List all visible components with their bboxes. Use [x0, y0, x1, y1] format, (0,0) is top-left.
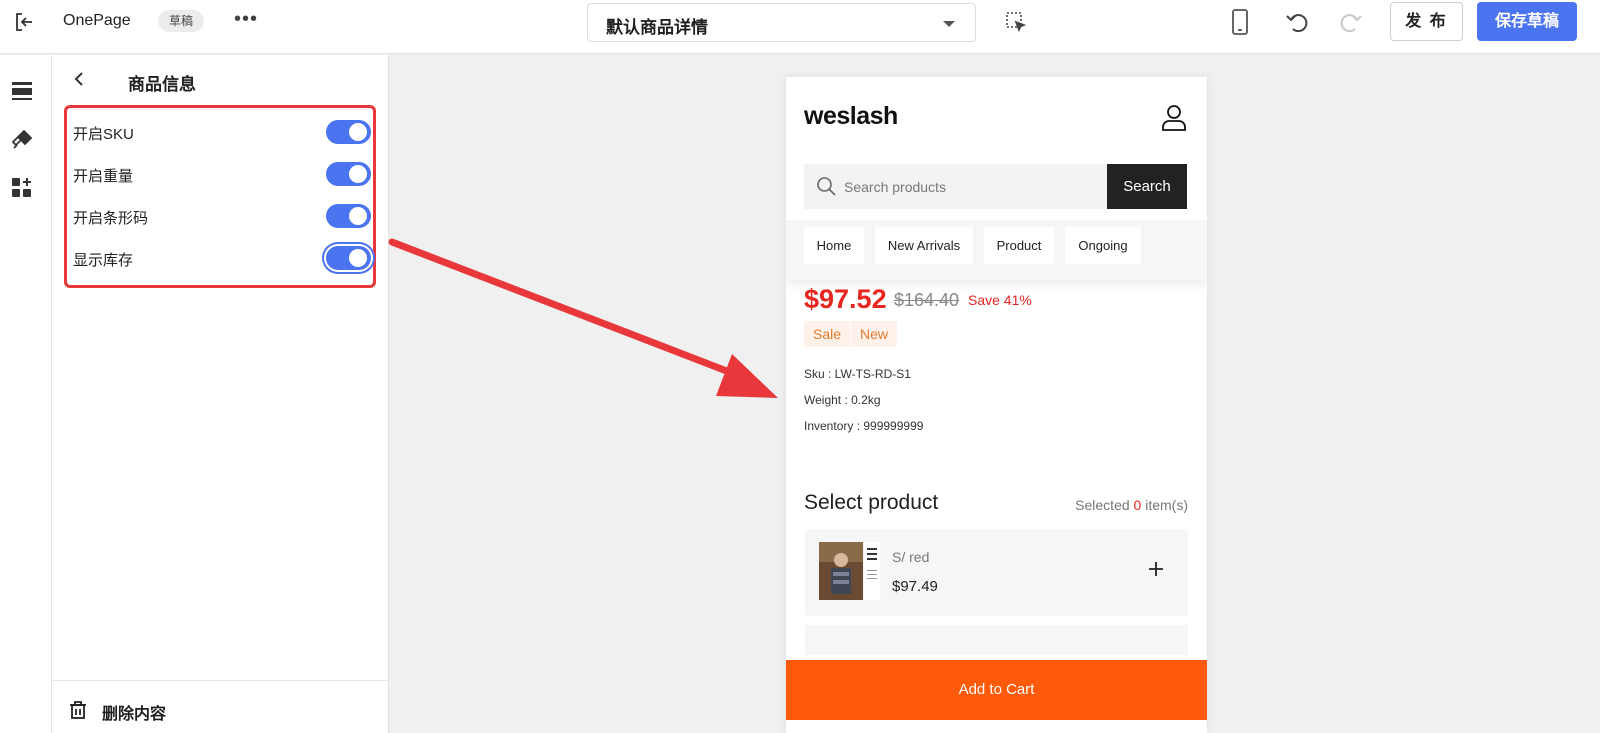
weight-toggle[interactable]: [326, 162, 371, 186]
inventory-toggle[interactable]: [326, 246, 371, 270]
add-apps-icon[interactable]: [10, 176, 34, 200]
nav-bar: Home New Arrivals Product Ongoing: [786, 220, 1207, 280]
store-logo[interactable]: weslash: [804, 102, 898, 131]
search-input[interactable]: [844, 164, 1099, 209]
publish-button[interactable]: 发 布: [1390, 2, 1463, 41]
redo-icon[interactable]: [1338, 9, 1364, 35]
trash-icon[interactable]: [69, 700, 87, 720]
sku-info: Sku : LW-TS-RD-S1: [804, 367, 911, 381]
selected-number: 0: [1133, 497, 1142, 513]
nav-item-product[interactable]: Product: [984, 227, 1054, 264]
caret-down-icon: [943, 21, 955, 27]
product-variant-card[interactable]: [805, 625, 1188, 655]
search-icon: [817, 177, 836, 196]
settings-panel: 商品信息 开启SKU 开启重量 开启条形码 显示库存 删除内容: [52, 55, 389, 733]
sku-toggle[interactable]: [326, 120, 371, 144]
exit-icon[interactable]: [12, 10, 36, 34]
toggle-knob: [349, 249, 367, 267]
barcode-toggle[interactable]: [326, 204, 371, 228]
add-to-cart-button[interactable]: Add to Cart: [786, 660, 1207, 720]
app-name: OnePage: [63, 12, 131, 29]
nav-item-new-arrivals[interactable]: New Arrivals: [875, 227, 973, 264]
save-draft-button[interactable]: 保存草稿: [1477, 2, 1577, 41]
nav-item-home[interactable]: Home: [804, 227, 864, 264]
left-rail: [0, 55, 52, 733]
selected-suffix: item(s): [1145, 497, 1188, 513]
more-menu-icon[interactable]: •••: [234, 8, 258, 31]
sale-tag: Sale: [804, 321, 851, 347]
toggle-label: 开启SKU: [73, 126, 134, 143]
toggle-label: 开启重量: [73, 168, 134, 185]
template-select-value: 默认商品详情: [606, 18, 708, 37]
selected-prefix: Selected: [1075, 497, 1130, 513]
product-thumbnail-detail: [864, 542, 880, 600]
toggle-group-highlight: 开启SKU 开启重量 开启条形码 显示库存: [64, 105, 376, 288]
back-arrow-icon[interactable]: [72, 71, 88, 87]
top-bar: OnePage 草稿 ••• 默认商品详情 发 布 保存草稿: [0, 0, 1600, 54]
toggle-label: 显示库存: [73, 252, 134, 269]
mobile-preview: weslash Search Home New Arrivals Product…: [786, 77, 1207, 733]
template-select[interactable]: 默认商品详情: [587, 3, 976, 42]
search-box: [804, 164, 1107, 209]
selected-count: Selected 0 item(s): [1075, 497, 1188, 513]
delete-content-button[interactable]: 删除内容: [102, 700, 166, 724]
element-picker-icon[interactable]: [1004, 10, 1028, 34]
panel-footer: 删除内容: [52, 680, 388, 733]
toggle-row-sku: 开启SKU: [73, 117, 371, 147]
undo-icon[interactable]: [1284, 9, 1310, 35]
toggle-label: 开启条形码: [73, 210, 149, 227]
draft-badge: 草稿: [158, 10, 205, 32]
weight-info: Weight : 0.2kg: [804, 393, 881, 407]
toggle-row-barcode: 开启条形码: [73, 201, 371, 231]
original-price: $164.40: [894, 290, 960, 310]
search-button[interactable]: Search: [1107, 164, 1187, 209]
new-tag: New: [851, 321, 898, 347]
product-variant-card[interactable]: S/ red $97.49: [805, 529, 1188, 616]
mobile-preview-icon[interactable]: [1228, 8, 1252, 36]
toggle-row-inventory: 显示库存: [73, 243, 371, 273]
toggle-knob: [349, 207, 367, 225]
toggle-knob: [349, 123, 367, 141]
discount-label: Save 41%: [968, 292, 1032, 308]
toggle-row-weight: 开启重量: [73, 159, 371, 189]
sale-price: $97.52: [804, 284, 887, 314]
sections-icon[interactable]: [10, 79, 34, 103]
plus-icon[interactable]: [1147, 560, 1165, 578]
inventory-info: Inventory : 999999999: [804, 419, 924, 433]
annotation-arrow: [388, 238, 778, 398]
panel-title: 商品信息: [128, 75, 196, 94]
toggle-knob: [349, 165, 367, 183]
variant-name: S/ red: [892, 549, 930, 565]
product-thumbnail: [819, 542, 863, 600]
select-product-title: Select product: [804, 491, 939, 514]
variant-price: $97.49: [892, 578, 938, 595]
user-account-icon[interactable]: [1160, 103, 1188, 131]
theme-brush-icon[interactable]: [10, 128, 34, 152]
nav-item-ongoing[interactable]: Ongoing: [1065, 227, 1141, 264]
